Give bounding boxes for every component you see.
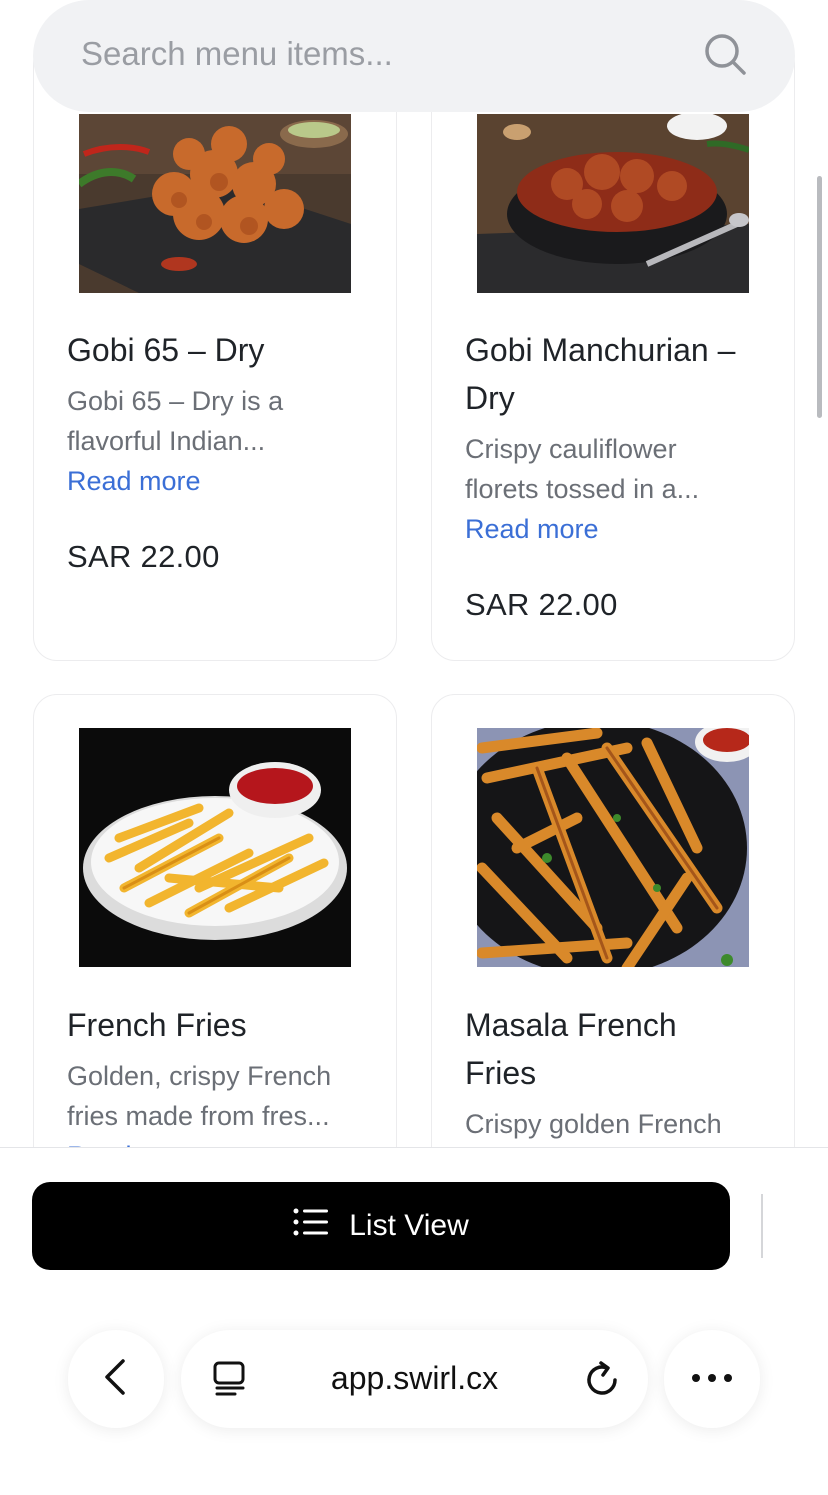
more-icon [691,1370,733,1388]
read-more-link[interactable]: Read more [465,509,599,549]
menu-item-card[interactable]: Gobi Manchurian – Dry Crispy cauliflower… [431,40,795,661]
menu-item-price: SAR 22.00 [465,587,618,622]
back-button[interactable] [68,1330,164,1428]
menu-item-price: SAR 22.00 [67,539,220,574]
bottom-action-bar: List View [0,1147,828,1495]
menu-page: Gobi 65 – Dry Gobi 65 – Dry is a flavorf… [0,0,828,1495]
gobi-manchurian-image [477,114,749,293]
menu-item-card[interactable]: French Fries Golden, crispy French fries… [33,694,397,1147]
more-options-button[interactable] [664,1330,760,1428]
list-view-button[interactable]: List View [32,1182,730,1270]
back-icon [101,1357,131,1402]
menu-item-description: Crispy golden French [465,1109,722,1139]
read-more-link[interactable]: Read more [67,461,201,501]
list-icon [293,1207,329,1245]
menu-item-title: French Fries [67,1007,247,1043]
reload-icon[interactable] [583,1360,623,1400]
search-bar [33,0,795,112]
menu-item-description: Gobi 65 – Dry is a flavorful Indian... [67,386,284,456]
browser-toolbar: app.swirl.cx [0,1330,828,1430]
search-icon[interactable] [701,30,749,78]
address-bar[interactable]: app.swirl.cx [181,1330,648,1428]
gobi-65-image [79,114,351,293]
menu-item-card[interactable]: Gobi 65 – Dry Gobi 65 – Dry is a flavorf… [33,40,397,661]
scrollbar[interactable] [817,176,822,418]
url-text: app.swirl.cx [330,1360,499,1396]
french-fries-image [79,728,351,967]
list-view-label: List View [349,1209,469,1242]
menu-item-title: Masala French Fries [465,1007,677,1091]
menu-item-description: Crispy cauliflower florets tossed in a..… [465,434,700,504]
menu-item-card[interactable]: Masala French Fries Crispy golden French [431,694,795,1147]
menu-item-title: Gobi 65 – Dry [67,332,265,368]
menu-item-description: Golden, crispy French fries made from fr… [67,1061,332,1131]
search-input[interactable] [81,31,681,77]
menu-grid: Gobi 65 – Dry Gobi 65 – Dry is a flavorf… [0,0,828,1147]
masala-fries-image [477,728,749,967]
divider [761,1194,763,1258]
menu-item-title: Gobi Manchurian – Dry [465,332,736,416]
read-more-link[interactable]: Read more [67,1136,201,1147]
